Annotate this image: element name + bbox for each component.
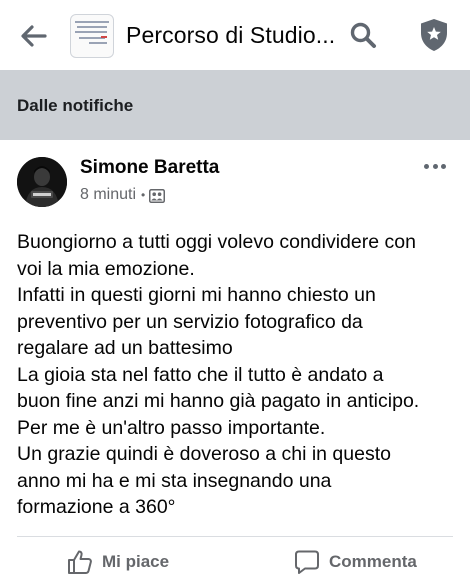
post-text-line: Buongiorno a tutti oggi volevo condivide… (17, 231, 416, 253)
search-icon (350, 22, 376, 48)
shield-star-icon (421, 19, 447, 51)
post-text-line: preventivo per un servizio fotografico d… (17, 310, 363, 333)
thumbs-up-icon (68, 550, 92, 574)
post-text-line: Per me è un'altro passo importante. (17, 416, 326, 439)
comment-button[interactable]: Commenta (293, 547, 417, 577)
post-text-line: regalare ad un battesimo (17, 337, 233, 359)
like-label: Mi piace (102, 552, 170, 571)
author-avatar[interactable] (17, 157, 67, 207)
post-text-line: Infatti in questi giorni mi hanno chiest… (17, 284, 376, 306)
post-body: Buongiorno a tutti oggi volevo condivide… (17, 229, 457, 521)
top-bar: Percorso di Studio... (0, 0, 470, 70)
post-meta: 8 minuti • (80, 186, 166, 204)
comment-label: Commenta (329, 552, 417, 571)
post-text-line: voi la mia emozione. (17, 257, 195, 280)
search-button[interactable] (346, 18, 380, 52)
meta-separator: • (141, 188, 146, 202)
avatar-photo (17, 157, 67, 207)
actions-divider (17, 536, 453, 537)
post-text-line: formazione a 360° (17, 496, 176, 518)
more-options-button[interactable] (420, 156, 450, 176)
comment-bubble-icon (295, 550, 319, 574)
post-text-line: anno mi ha e mi sta insegnando una (17, 469, 332, 492)
like-button[interactable]: Mi piace (66, 547, 169, 577)
post-author-name[interactable]: Simone Baretta (80, 157, 219, 179)
more-options-icon (424, 163, 429, 169)
group-thumbnail[interactable] (70, 14, 114, 58)
back-button[interactable] (16, 20, 52, 52)
post-text-line: La gioia sta nel fatto che il tutto è an… (17, 363, 384, 386)
post-text-line: Un grazie quindi è doveroso a chi in que… (17, 443, 391, 465)
admin-shield-button[interactable] (416, 16, 452, 54)
arrow-left-icon (21, 25, 47, 47)
group-title[interactable]: Percorso di Studio... (126, 22, 336, 49)
post-text-line: buon fine anzi mi hanno già pagato in an… (17, 390, 420, 412)
notification-label: Dalle notifiche (17, 96, 134, 115)
post-time[interactable]: 8 minuti (80, 186, 136, 204)
group-members-icon (149, 188, 166, 203)
